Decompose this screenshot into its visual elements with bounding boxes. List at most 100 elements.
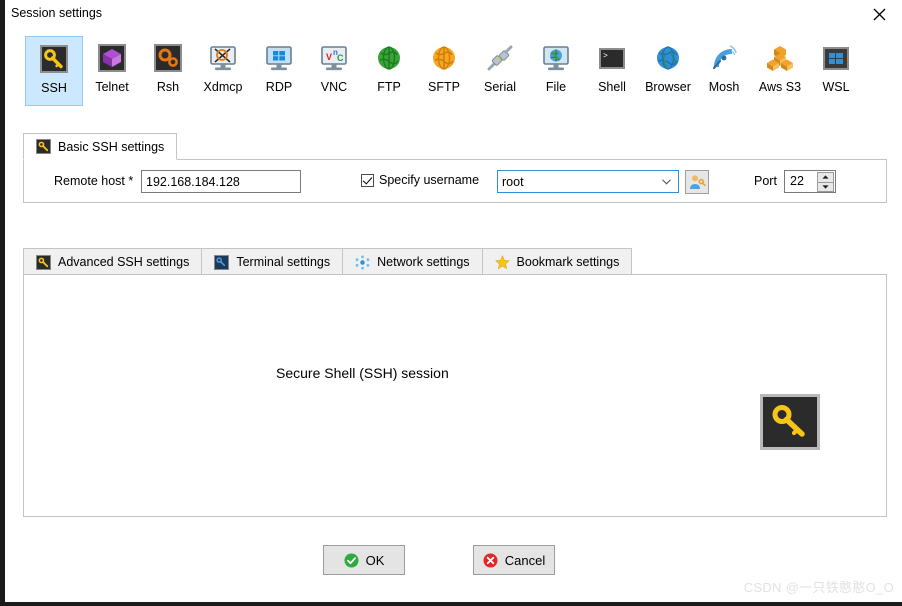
chevron-down-icon[interactable]: [658, 171, 674, 192]
session-type-ssh-label: SSH: [41, 81, 67, 95]
close-button[interactable]: [857, 0, 902, 28]
session-type-rsh[interactable]: Rsh: [139, 36, 197, 106]
port-stepper[interactable]: 22: [784, 170, 836, 193]
session-type-xdmcp-label: Xdmcp: [203, 80, 243, 94]
ssh-key-icon: [40, 45, 68, 73]
basic-ssh-settings-group: Basic SSH settings Remote host * Specify…: [23, 133, 887, 203]
rdp-windows-icon: [266, 46, 292, 71]
session-type-rsh-label: Rsh: [156, 80, 180, 94]
telnet-cube-icon: [98, 44, 126, 72]
tab-advanced-ssh-settings[interactable]: Advanced SSH settings: [23, 248, 203, 275]
session-type-aws-s3[interactable]: Aws S3: [751, 36, 809, 106]
remote-host-label: Remote host *: [54, 174, 134, 188]
username-combobox[interactable]: [497, 170, 679, 193]
wsl-windows-icon: [823, 47, 849, 70]
user-key-icon: [690, 175, 706, 189]
file-monitor-icon: [543, 46, 569, 71]
session-type-mosh-label: Mosh: [708, 80, 740, 94]
session-type-ftp[interactable]: FTP: [360, 36, 418, 106]
select-user-button[interactable]: [685, 170, 709, 194]
aws-s3-buckets-icon: [767, 46, 793, 71]
session-type-shell-label: Shell: [598, 80, 626, 94]
session-description-text: Secure Shell (SSH) session: [276, 365, 449, 381]
session-type-browser[interactable]: Browser: [639, 36, 697, 106]
x-circle-icon: [483, 553, 498, 567]
username-input[interactable]: [498, 171, 656, 192]
tab-terminal-settings-label: Terminal settings: [236, 255, 331, 269]
advanced-settings-group: Advanced SSH settings Terminal settings: [23, 248, 887, 517]
specify-username-label: Specify username: [379, 173, 480, 187]
vnc-monitor-icon: V n C: [321, 46, 347, 71]
port-stepper-down[interactable]: [817, 181, 834, 192]
port-value: 22: [790, 174, 804, 188]
tab-network-settings-label: Network settings: [377, 255, 470, 269]
tab-basic-ssh-settings-label: Basic SSH settings: [58, 139, 165, 154]
tab-terminal-settings[interactable]: Terminal settings: [201, 248, 344, 275]
session-type-preview-icon: [760, 394, 820, 450]
tab-bookmark-settings-label: Bookmark settings: [516, 255, 620, 269]
network-icon: [355, 254, 370, 270]
tab-basic-ssh-settings[interactable]: Basic SSH settings: [23, 133, 178, 160]
basic-ssh-settings-panel: Remote host * Specify username: [23, 159, 887, 203]
tab-bookmark-settings[interactable]: Bookmark settings: [481, 248, 633, 275]
specify-username-checkbox[interactable]: Specify username: [361, 173, 479, 187]
session-type-ssh[interactable]: SSH: [25, 36, 83, 106]
session-type-telnet[interactable]: Telnet: [83, 36, 141, 106]
session-type-aws-s3-label: Aws S3: [758, 80, 802, 94]
basic-ssh-tabstrip: Basic SSH settings: [23, 133, 887, 160]
close-icon: [873, 8, 886, 20]
session-type-browser-label: Browser: [645, 80, 691, 94]
specify-username-checkbox-box: [361, 173, 374, 187]
remote-host-input[interactable]: [141, 170, 301, 193]
session-type-vnc[interactable]: V n C VNC: [305, 36, 363, 106]
svg-text:V: V: [326, 52, 332, 62]
key-icon: [36, 139, 51, 154]
tab-advanced-ssh-settings-label: Advanced SSH settings: [58, 255, 190, 269]
session-type-sftp[interactable]: SFTP: [415, 36, 473, 106]
session-type-rdp-label: RDP: [265, 80, 293, 94]
window-title: Session settings: [11, 6, 103, 20]
session-type-serial[interactable]: Serial: [471, 36, 529, 106]
check-circle-icon: [344, 553, 359, 567]
advanced-settings-tabstrip: Advanced SSH settings Terminal settings: [23, 248, 887, 275]
port-label: Port: [754, 174, 777, 188]
serial-plug-icon: [487, 45, 513, 71]
ssh-key-icon: [772, 405, 805, 437]
terminal-icon: [214, 254, 230, 270]
session-type-serial-label: Serial: [484, 80, 516, 94]
session-type-telnet-label: Telnet: [95, 80, 129, 94]
star-icon: [494, 254, 510, 269]
window-bottom-edge-strip: [0, 602, 902, 606]
session-type-xdmcp[interactable]: Xdmcp: [194, 36, 252, 106]
session-type-mosh[interactable]: Mosh: [695, 36, 753, 106]
session-type-sftp-label: SFTP: [428, 80, 460, 94]
port-stepper-buttons[interactable]: [817, 172, 834, 192]
mosh-satellite-icon: [712, 45, 737, 70]
tab-network-settings[interactable]: Network settings: [342, 248, 483, 275]
rsh-gears-icon: [154, 44, 182, 72]
session-type-rdp[interactable]: RDP: [250, 36, 308, 106]
shell-terminal-icon: >: [599, 48, 625, 69]
session-type-wsl-label: WSL: [822, 80, 850, 94]
session-type-toolbar: SSH Telnet Rsh Xdmcp RDP V n C VNC FTP S…: [5, 28, 902, 113]
cancel-button-label: Cancel: [504, 552, 546, 568]
session-settings-dialog: Session settings SSH Telnet Rsh Xdmcp RD…: [5, 0, 902, 602]
session-type-wsl[interactable]: WSL: [807, 36, 865, 106]
session-type-file-label: File: [545, 80, 567, 94]
sftp-globe-icon: [433, 46, 455, 70]
browser-globe-icon: [657, 46, 679, 70]
svg-text:C: C: [337, 53, 344, 63]
session-type-ftp-label: FTP: [377, 80, 401, 94]
watermark: CSDN @一只铁憨憨O_O: [743, 580, 894, 595]
session-type-vnc-label: VNC: [320, 80, 348, 94]
ok-button[interactable]: OK: [323, 545, 405, 575]
session-description-panel: Secure Shell (SSH) session: [23, 274, 887, 517]
ok-button-label: OK: [365, 552, 385, 568]
key-icon: [36, 254, 51, 270]
title-bar: Session settings: [5, 0, 902, 28]
session-type-file[interactable]: File: [527, 36, 585, 106]
session-type-shell[interactable]: > Shell: [583, 36, 641, 106]
cancel-button[interactable]: Cancel: [473, 545, 555, 575]
svg-text:>: >: [603, 52, 608, 61]
ftp-globe-icon: [378, 46, 400, 70]
